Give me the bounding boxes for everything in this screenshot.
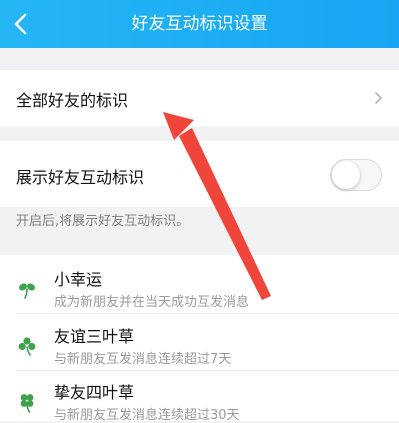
mark-title: 挚友四叶草 [54, 383, 135, 402]
all-friends-marks-row[interactable]: 全部好友的标识 [0, 70, 399, 126]
title-bar: 好友互动标识设置 [0, 0, 399, 48]
mark-description: 与新朋友互发消息连续超过30天 [54, 408, 240, 423]
show-interaction-marks-row: 展示好友互动标识 [0, 141, 399, 207]
toggle-hint-text: 开启后,将展示好友互动标识。 [16, 214, 190, 229]
mark-title: 小幸运 [54, 270, 103, 289]
toggle-knob [332, 161, 360, 189]
mark-title: 友谊三叶草 [54, 327, 135, 346]
show-interaction-marks-label: 展示好友互动标识 [16, 168, 145, 187]
marks-list: 小幸运 成为新朋友并在当天成功互发消息 友谊三叶草 与新朋友互发消息连续超过7天… [0, 255, 399, 423]
show-marks-toggle[interactable] [330, 159, 382, 191]
page-title: 好友互动标识设置 [131, 14, 268, 34]
chevron-right-icon [375, 92, 382, 104]
mark-description: 成为新朋友并在当天成功互发消息 [54, 295, 250, 310]
two-leaf-clover-icon [19, 283, 35, 299]
mark-description: 与新朋友互发消息连续超过7天 [54, 352, 232, 367]
divider [16, 370, 399, 371]
four-leaf-clover-icon [20, 394, 34, 413]
three-leaf-clover-icon [18, 337, 36, 356]
all-friends-marks-label: 全部好友的标识 [16, 91, 129, 110]
divider [16, 313, 399, 314]
